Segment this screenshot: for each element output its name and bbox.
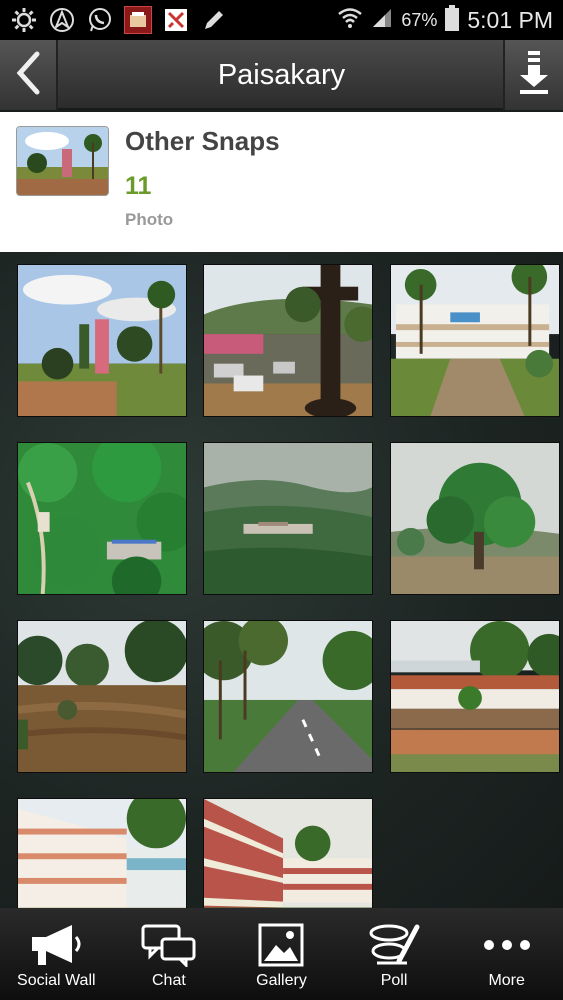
photo-thumbnail[interactable] bbox=[17, 798, 187, 908]
navigation-arrow-icon bbox=[48, 6, 76, 34]
bottom-navigation: Social Wall Chat Gallery Poll More bbox=[0, 908, 563, 1000]
app-notification-icon bbox=[124, 6, 152, 34]
whatsapp-icon bbox=[86, 6, 114, 34]
photo-thumbnail[interactable] bbox=[17, 442, 187, 595]
nav-label: Gallery bbox=[256, 972, 307, 989]
photo-thumbnail[interactable] bbox=[203, 620, 373, 773]
nav-gallery[interactable]: Gallery bbox=[225, 908, 338, 1000]
download-button[interactable] bbox=[503, 40, 563, 110]
photo-thumbnail[interactable] bbox=[390, 442, 560, 595]
battery-percent: 67% bbox=[401, 9, 438, 30]
nav-poll[interactable]: Poll bbox=[338, 908, 451, 1000]
back-button[interactable] bbox=[0, 40, 58, 110]
nav-chat[interactable]: Chat bbox=[113, 908, 226, 1000]
nav-social-wall[interactable]: Social Wall bbox=[0, 908, 113, 1000]
muted-app-icon bbox=[162, 6, 190, 34]
pencil-icon bbox=[200, 6, 228, 34]
page-title: Paisakary bbox=[217, 59, 346, 91]
photo-thumbnail[interactable] bbox=[17, 620, 187, 773]
album-title: Other Snaps bbox=[125, 126, 280, 156]
photo-grid bbox=[0, 252, 563, 908]
photo-count-label: Photo bbox=[125, 210, 174, 229]
album-cover-thumbnail[interactable] bbox=[16, 126, 109, 196]
album-header: Other Snaps 11 Photo bbox=[0, 112, 563, 252]
photo-thumbnail[interactable] bbox=[390, 264, 560, 417]
photo-thumbnail[interactable] bbox=[203, 442, 373, 595]
nav-label: Poll bbox=[380, 972, 408, 989]
photo-count: 11 bbox=[125, 172, 152, 200]
megaphone-icon bbox=[26, 920, 86, 970]
title-bar: Paisakary bbox=[0, 40, 563, 110]
status-bar: 67% 5:01 PM bbox=[0, 0, 563, 40]
photo-thumbnail[interactable] bbox=[203, 798, 373, 908]
nav-label: More bbox=[488, 972, 525, 989]
image-icon bbox=[251, 920, 311, 970]
chevron-left-icon bbox=[15, 51, 41, 100]
signal-icon bbox=[371, 7, 393, 34]
chat-bubbles-icon bbox=[139, 920, 199, 970]
settings-gear-icon bbox=[10, 6, 38, 34]
battery-icon bbox=[445, 4, 460, 36]
clock: 5:01 PM bbox=[467, 6, 553, 33]
nav-label: Social Wall bbox=[17, 972, 96, 989]
photo-thumbnail[interactable] bbox=[17, 264, 187, 417]
photo-thumbnail[interactable] bbox=[203, 264, 373, 417]
more-dots-icon bbox=[477, 920, 537, 970]
download-icon bbox=[518, 50, 550, 100]
photo-thumbnail[interactable] bbox=[390, 620, 560, 773]
poll-icon bbox=[364, 920, 424, 970]
wifi-icon bbox=[337, 7, 363, 34]
nav-label: Chat bbox=[151, 972, 186, 989]
nav-more[interactable]: More bbox=[450, 908, 563, 1000]
